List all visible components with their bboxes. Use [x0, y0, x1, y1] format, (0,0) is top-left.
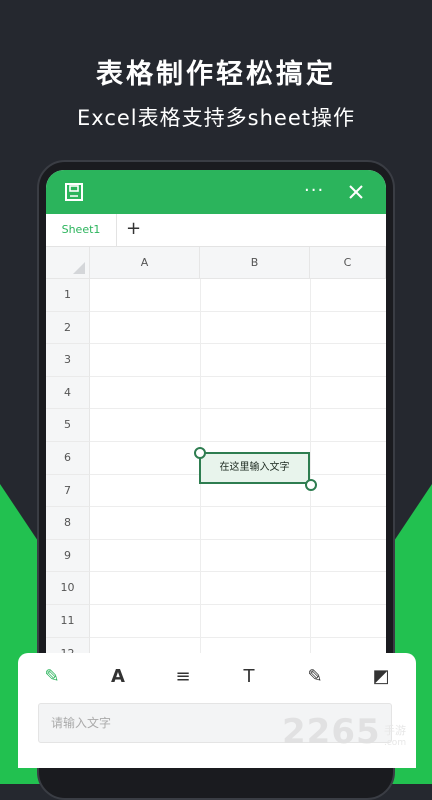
row-header[interactable]: 2	[46, 311, 90, 345]
table-row[interactable]	[90, 377, 386, 410]
table-row[interactable]	[90, 344, 386, 377]
align-icon[interactable]: ≡	[171, 665, 195, 689]
corner-triangle-icon	[73, 262, 85, 274]
select-all-corner[interactable]	[46, 247, 90, 279]
app-top-bar: ···	[46, 170, 386, 214]
selected-cell-b4[interactable]: 在这里输入文字	[199, 452, 310, 484]
row-header[interactable]: 11	[46, 605, 90, 638]
table-row[interactable]	[90, 409, 386, 442]
column-header-a[interactable]: A	[90, 247, 200, 279]
promo-subline: Excel表格支持多sheet操作	[77, 106, 355, 130]
font-icon[interactable]: A	[106, 665, 130, 689]
edit-icon[interactable]: ✎	[40, 665, 64, 689]
save-icon[interactable]	[64, 182, 84, 202]
text-icon[interactable]: T	[237, 665, 261, 689]
row-header[interactable]: 7	[46, 474, 90, 508]
row-header[interactable]: 4	[46, 376, 90, 410]
table-row[interactable]	[90, 312, 386, 345]
watermark-line1: 手游	[384, 724, 406, 737]
table-row[interactable]	[90, 540, 386, 573]
column-header-b[interactable]: B	[200, 247, 310, 279]
promo-headline: 表格制作轻松搞定	[96, 59, 336, 90]
spreadsheet-grid[interactable]: A B C 123456789101112 在这里输入文字	[46, 247, 386, 670]
table-row[interactable]	[90, 279, 386, 312]
sheet-tabs: Sheet1 +	[46, 214, 386, 247]
row-header[interactable]: 1	[46, 279, 90, 312]
row-header[interactable]: 3	[46, 344, 90, 377]
highlight-icon[interactable]: ✎	[303, 665, 327, 689]
app-screen: ··· Sheet1 + A B C 123456789101112 在这里输入…	[46, 170, 386, 670]
table-row[interactable]	[90, 605, 386, 638]
watermark-line2: .com	[384, 738, 407, 748]
more-icon[interactable]: ···	[304, 180, 324, 201]
selection-handle-bottom-right[interactable]	[305, 479, 317, 491]
row-header[interactable]: 5	[46, 409, 90, 442]
fill-icon[interactable]: ◩	[369, 665, 393, 689]
close-icon[interactable]	[346, 182, 366, 202]
row-header[interactable]: 6	[46, 442, 90, 475]
table-row[interactable]	[90, 507, 386, 540]
table-row[interactable]	[90, 572, 386, 605]
row-header[interactable]: 9	[46, 539, 90, 573]
column-header-c[interactable]: C	[310, 247, 386, 279]
add-sheet-button[interactable]: +	[126, 218, 141, 239]
tab-sheet1[interactable]: Sheet1	[46, 214, 117, 246]
row-header[interactable]: 10	[46, 572, 90, 605]
selection-handle-top-left[interactable]	[194, 447, 206, 459]
row-header[interactable]: 8	[46, 507, 90, 540]
watermark-brand: 2265	[282, 712, 381, 752]
